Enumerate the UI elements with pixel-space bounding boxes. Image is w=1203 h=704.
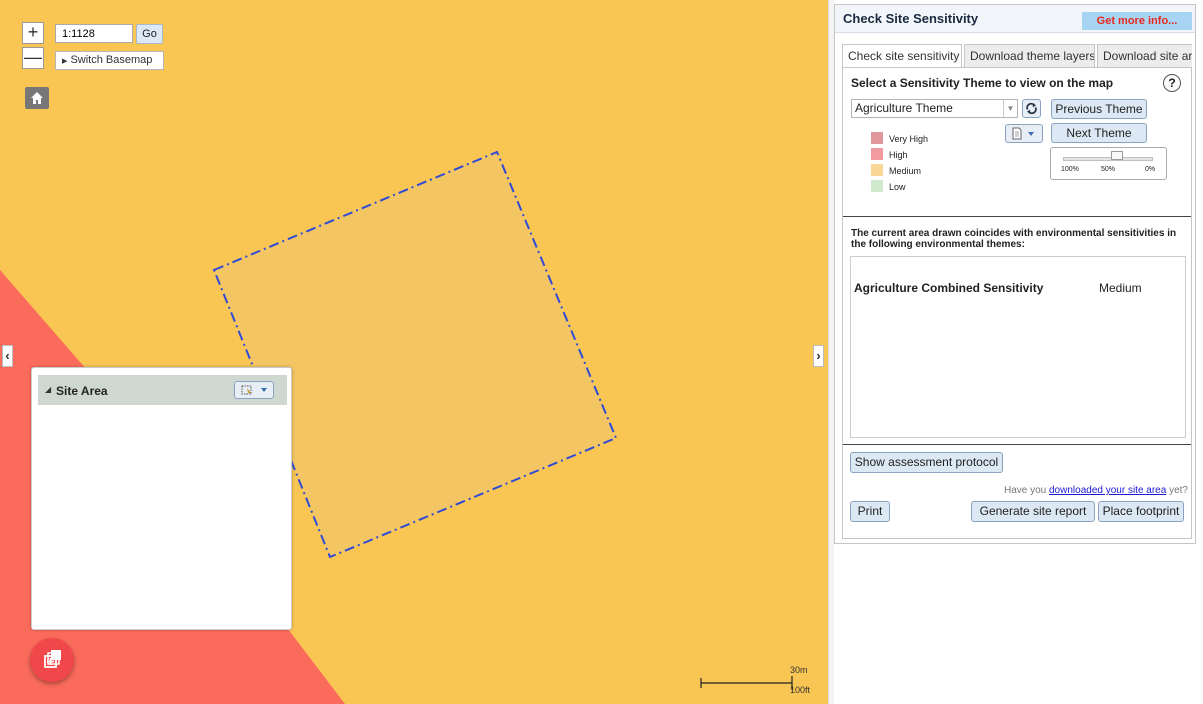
results-list: Agriculture Combined Sensitivity Medium — [850, 256, 1186, 438]
divider — [843, 444, 1191, 445]
download-reminder-post: yet? — [1166, 485, 1188, 496]
chevron-left-icon: ‹ — [5, 348, 10, 363]
select-theme-heading: Select a Sensitivity Theme to view on th… — [851, 76, 1114, 90]
legend-label: Medium — [889, 166, 922, 176]
zoom-out-button[interactable]: — — [22, 47, 44, 69]
theme-select[interactable]: Agriculture Theme ▼ — [851, 99, 1018, 118]
download-reminder: Have you downloaded your site area yet? — [1004, 485, 1188, 496]
tab-check-site-sensitivity[interactable]: Check site sensitivity — [842, 44, 962, 68]
site-area-panel: ◢ Site Area — [31, 367, 292, 630]
chevron-down-icon — [261, 388, 267, 392]
add-layer-button[interactable] — [30, 638, 74, 682]
divider — [843, 216, 1191, 217]
go-button[interactable]: Go — [136, 24, 163, 44]
tab-download-site-area[interactable]: Download site area — [1097, 44, 1192, 68]
coincide-text: The current area drawn coincides with en… — [851, 228, 1177, 250]
refresh-icon — [1026, 102, 1037, 115]
result-theme-value: Medium — [1099, 281, 1142, 295]
theme-document-dropdown[interactable] — [1005, 124, 1043, 143]
opacity-label-50: 50% — [1101, 166, 1116, 173]
previous-theme-button[interactable]: Previous Theme — [1051, 99, 1147, 119]
legend-label: Low — [889, 182, 906, 192]
switch-basemap-button[interactable]: ▶ Switch Basemap — [55, 51, 164, 70]
collapse-triangle-icon[interactable]: ◢ — [45, 385, 51, 394]
next-theme-button[interactable]: Next Theme — [1051, 123, 1147, 143]
help-icon[interactable]: ? — [1163, 74, 1181, 92]
draw-tool-icon — [241, 385, 267, 395]
legend-swatch — [871, 180, 883, 192]
theme-select-value: Agriculture Theme — [855, 101, 953, 115]
document-icon — [1012, 127, 1034, 140]
place-footprint-button[interactable]: Place footprint — [1098, 501, 1184, 522]
panel-title: Check Site Sensitivity — [843, 11, 979, 26]
site-area-tools-dropdown[interactable] — [234, 381, 274, 399]
sensitivity-panel: Check Site Sensitivity Get more info... … — [834, 4, 1196, 544]
tab-content: Select a Sensitivity Theme to view on th… — [842, 67, 1192, 539]
panel-tabs: Check site sensitivity Download theme la… — [842, 44, 1192, 68]
more-info-link[interactable]: Get more info... — [1082, 12, 1192, 30]
tab-download-theme-layers[interactable]: Download theme layers — [964, 44, 1095, 68]
chevron-right-icon: › — [816, 348, 821, 363]
refresh-button[interactable] — [1022, 99, 1041, 118]
collapse-left-toggle[interactable]: ‹ — [2, 345, 13, 367]
chevron-down-icon: ▼ — [1003, 100, 1017, 117]
legend-swatch — [871, 164, 883, 176]
opacity-slider-track[interactable] — [1063, 157, 1153, 161]
site-area-title: Site Area — [56, 384, 108, 398]
home-icon — [31, 92, 43, 104]
scale-bar-imperial-label: 100ft — [790, 685, 811, 695]
print-button[interactable]: Print — [850, 501, 890, 522]
caret-right-icon: ▶ — [62, 58, 68, 65]
download-reminder-pre: Have you — [1003, 485, 1049, 496]
opacity-label-100: 100% — [1061, 166, 1079, 173]
scale-input[interactable] — [55, 24, 133, 43]
opacity-label-0: 0% — [1145, 166, 1156, 173]
collapse-right-toggle[interactable]: › — [813, 345, 824, 367]
switch-basemap-label: Switch Basemap — [70, 54, 153, 66]
legend-label: Very High — [889, 134, 929, 144]
scale-bar-metric-label: 30m — [790, 665, 808, 675]
site-area-header[interactable]: ◢ Site Area — [38, 375, 287, 405]
layers-add-icon — [44, 650, 61, 668]
generate-site-report-button[interactable]: Generate site report — [971, 501, 1095, 522]
legend-label: High — [889, 150, 908, 160]
opacity-slider-handle[interactable] — [1111, 151, 1123, 160]
legend-swatch — [871, 132, 883, 144]
downloaded-site-area-link[interactable]: downloaded your site area — [1049, 485, 1166, 496]
result-theme-name: Agriculture Combined Sensitivity — [854, 281, 1044, 295]
show-assessment-protocol-button[interactable]: Show assessment protocol — [850, 452, 1003, 473]
map-canvas[interactable]: + — Go ▶ Switch Basemap ‹ › ◢ Site Area — [0, 0, 828, 704]
zoom-in-button[interactable]: + — [22, 22, 44, 44]
legend-swatch — [871, 148, 883, 160]
home-button[interactable] — [25, 87, 49, 109]
scale-bar: 30m 100ft — [700, 665, 810, 695]
opacity-slider-box: 100% 50% 0% — [1050, 147, 1167, 180]
